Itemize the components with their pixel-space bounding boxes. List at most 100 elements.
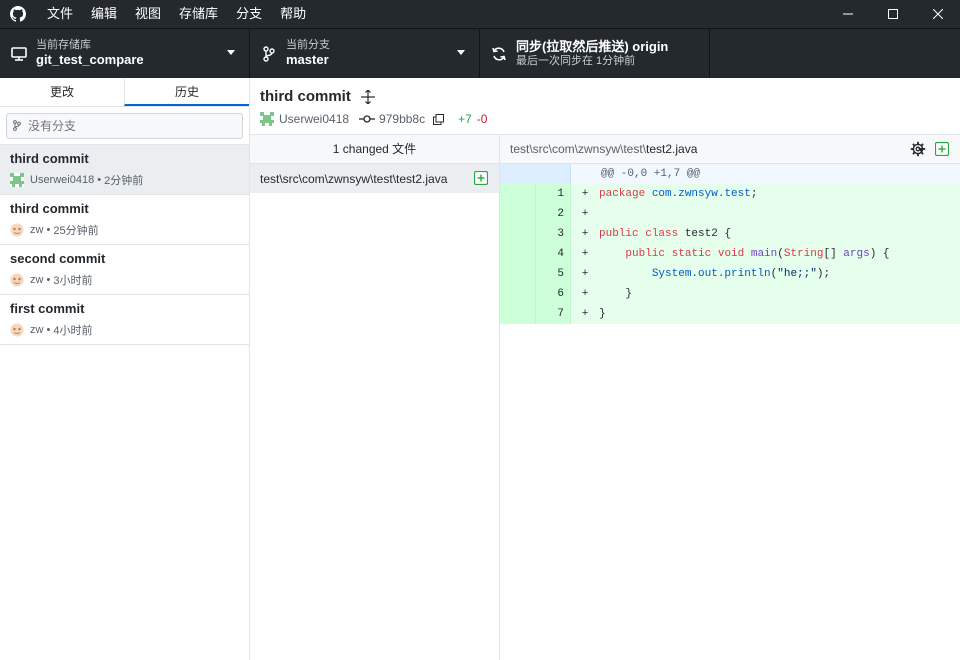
chevron-down-icon: [918, 148, 924, 152]
title-bar: 文件 编辑 视图 存储库 分支 帮助: [0, 0, 960, 28]
current-repository-button[interactable]: 当前存储库 git_test_compare: [0, 29, 250, 78]
new-line-number: 3: [536, 224, 571, 244]
old-line-number: [500, 244, 536, 264]
diff-code: public class test2 {: [599, 228, 732, 240]
changed-files-pane: 1 changed 文件 test\src\com\zwnsyw\test\te…: [250, 135, 500, 660]
branch-label: 当前分支: [286, 39, 330, 51]
separator: •: [43, 224, 54, 236]
menu-help[interactable]: 帮助: [271, 0, 315, 28]
commit-summary-title: third commit: [260, 88, 351, 105]
diff-code: [593, 204, 599, 224]
diff-header: test\src\com\zwnsyw\test\ test2.java: [500, 135, 960, 164]
close-button[interactable]: [915, 0, 960, 28]
commit-sha: 979bb8c: [379, 112, 426, 126]
old-line-number: [500, 224, 536, 244]
diff-line[interactable]: 6 + }: [500, 284, 960, 304]
sidebar-tabs: 更改 历史: [0, 78, 249, 107]
diff-pane: test\src\com\zwnsyw\test\ test2.java @@ -…: [500, 135, 960, 660]
new-line-number: 1: [536, 184, 571, 204]
separator: •: [94, 174, 105, 186]
commit-title: first commit: [10, 301, 85, 316]
diff-marker: +: [581, 288, 589, 300]
changed-file-path: test\src\com\zwnsyw\test\test2.java: [260, 171, 448, 186]
separator: •: [43, 274, 54, 286]
diff-marker: +: [581, 208, 589, 220]
commit-author: zw: [30, 224, 44, 236]
commit-list: third commit Userwei0418 • 2分钟前 third co…: [0, 145, 249, 345]
old-line-number: [500, 304, 536, 324]
diff-marker: +: [581, 308, 589, 320]
expand-icon[interactable]: [360, 89, 375, 104]
tab-history[interactable]: 历史: [124, 78, 249, 106]
commit-title: third commit: [10, 151, 89, 166]
toolbar: 当前存储库 git_test_compare 当前分支 master 同步(拉取…: [0, 28, 960, 78]
commit-list-item[interactable]: third commit zw • 25分钟前: [0, 195, 249, 245]
sidebar: 更改 历史 third commit Userwei0418 • 2分钟前 th…: [0, 78, 250, 660]
commit-time: 3小时前: [53, 275, 93, 287]
diff-line[interactable]: 4 + public static void main(String[] arg…: [500, 244, 960, 264]
new-line-number: 7: [536, 304, 571, 324]
commit-title: third commit: [10, 201, 89, 216]
repository-name: git_test_compare: [36, 52, 144, 67]
diff-code: package com.zwnsyw.test;: [599, 188, 758, 200]
branch-filter-input[interactable]: [28, 119, 228, 133]
diff-path-prefix: test\src\com\zwnsyw\test\: [510, 142, 647, 156]
diff-line[interactable]: 5 + System.out.println("he;;");: [500, 264, 960, 284]
branch-icon: [260, 45, 278, 63]
commit-time: 25分钟前: [53, 225, 99, 237]
diff-body: @@ -0,0 +1,7 @@ 1 + package com.zwnsyw.t…: [500, 164, 960, 324]
commit-summary-author: Userwei0418: [279, 112, 350, 126]
diff-line[interactable]: 2 +: [500, 204, 960, 224]
menu-edit[interactable]: 编辑: [82, 0, 126, 28]
commit-time: 2分钟前: [104, 175, 144, 187]
commit-title: second commit: [10, 251, 106, 266]
diff-hunk-header: @@ -0,0 +1,7 @@: [500, 164, 960, 184]
commit-details: third commit Userwei0418 979bb8c +7 -0 1…: [250, 78, 960, 660]
commit-list-item[interactable]: third commit Userwei0418 • 2分钟前: [0, 145, 249, 195]
current-branch-button[interactable]: 当前分支 master: [250, 29, 480, 78]
sync-icon: [490, 45, 508, 63]
desktop-icon: [10, 45, 28, 63]
tab-changes[interactable]: 更改: [0, 78, 124, 106]
file-added-icon: [474, 171, 488, 185]
new-line-number: 5: [536, 264, 571, 284]
avatar: [10, 323, 24, 337]
maximize-button[interactable]: [870, 0, 915, 28]
menu-view[interactable]: 视图: [126, 0, 170, 28]
avatar: [10, 273, 24, 287]
commit-summary: third commit Userwei0418 979bb8c +7 -0: [250, 78, 960, 135]
diff-line[interactable]: 3 + public class test2 {: [500, 224, 960, 244]
commit-list-item[interactable]: first commit zw • 4小时前: [0, 295, 249, 345]
commit-author: zw: [30, 324, 44, 336]
branch-icon: [13, 120, 23, 132]
avatar: [10, 173, 24, 187]
commit-list-item[interactable]: second commit zw • 3小时前: [0, 245, 249, 295]
commit-author: Userwei0418: [30, 174, 95, 186]
avatar: [260, 112, 274, 126]
branch-name: master: [286, 52, 329, 67]
branch-filter: [0, 107, 249, 145]
diff-line[interactable]: 7 + }: [500, 304, 960, 324]
chevron-down-icon: [457, 50, 465, 55]
commit-author: zw: [30, 274, 44, 286]
maximize-icon: [887, 9, 898, 19]
hunk-gutter: [500, 164, 571, 184]
old-line-number: [500, 284, 536, 304]
diff-code: public static void main(String[] args) {: [625, 248, 890, 260]
branch-filter-box[interactable]: [6, 113, 243, 139]
sync-button[interactable]: 同步(拉取然后推送) origin 最后一次同步在 1分钟前: [480, 29, 710, 78]
old-line-number: [500, 264, 536, 284]
avatar: [10, 223, 24, 237]
changed-file-item[interactable]: test\src\com\zwnsyw\test\test2.java: [250, 164, 499, 193]
menu-file[interactable]: 文件: [38, 0, 82, 28]
diff-line[interactable]: 1 + package com.zwnsyw.test;: [500, 184, 960, 204]
diff-code: }: [599, 308, 606, 320]
separator: •: [43, 324, 54, 336]
close-icon: [932, 9, 943, 19]
sync-last-time: 最后一次同步在 1分钟前: [516, 55, 636, 67]
copy-icon[interactable]: [433, 113, 445, 125]
menu-repository[interactable]: 存储库: [170, 0, 227, 28]
minimize-button[interactable]: [825, 0, 870, 28]
changed-files-header: 1 changed 文件: [250, 135, 499, 164]
menu-branch[interactable]: 分支: [227, 0, 271, 28]
